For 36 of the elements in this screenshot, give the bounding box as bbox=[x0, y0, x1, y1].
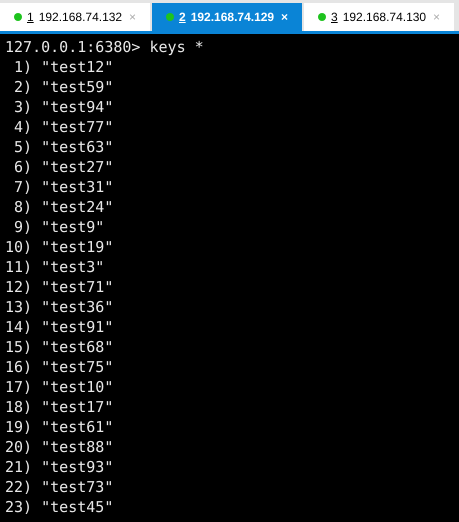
tab-label: 192.168.74.130 bbox=[342, 9, 426, 26]
tab-label: 192.168.74.132 bbox=[38, 9, 122, 26]
terminal-line: 19) "test61" bbox=[5, 417, 114, 437]
terminal-line: 16) "test75" bbox=[5, 357, 114, 377]
tab-number: 2 bbox=[179, 9, 186, 26]
tab[interactable]: 2 192.168.74.129 × bbox=[152, 3, 302, 31]
terminal-line: 12) "test71" bbox=[5, 277, 114, 297]
tab-number: 3 bbox=[331, 9, 338, 26]
close-icon[interactable]: × bbox=[280, 8, 288, 26]
terminal-line: 17) "test10" bbox=[5, 377, 114, 397]
close-icon[interactable]: × bbox=[128, 8, 136, 26]
terminal-line: 11) "test3" bbox=[5, 257, 106, 277]
terminal-line: 3) "test94" bbox=[13, 97, 114, 117]
terminal-line: 8) "test24" bbox=[13, 197, 114, 217]
tab[interactable]: 3 192.168.74.130 × bbox=[304, 3, 454, 31]
terminal-line: 10) "test19" bbox=[5, 237, 114, 257]
terminal-line: 20) "test88" bbox=[5, 437, 114, 457]
terminal-line: 21) "test93" bbox=[5, 457, 114, 477]
tab[interactable]: 1 192.168.74.132 × bbox=[0, 3, 150, 31]
terminal-line: 1) "test12" bbox=[13, 57, 114, 77]
terminal-line: 15) "test68" bbox=[5, 337, 114, 357]
terminal-line: 14) "test91" bbox=[5, 317, 114, 337]
terminal-line: 22) "test73" bbox=[5, 477, 114, 497]
tab-label: 192.168.74.129 bbox=[190, 9, 274, 26]
terminal-prompt: 127.0.0.1:6380> keys * bbox=[5, 37, 205, 57]
terminal-line: 5) "test63" bbox=[13, 137, 114, 157]
tab-number: 1 bbox=[27, 9, 34, 26]
terminal-line: 4) "test77" bbox=[13, 117, 114, 137]
terminal-line: 23) "test45" bbox=[5, 497, 114, 517]
terminal-line: 13) "test36" bbox=[5, 297, 114, 317]
terminal-line: 6) "test27" bbox=[13, 157, 114, 177]
terminal-line: 18) "test17" bbox=[5, 397, 114, 417]
close-icon[interactable]: × bbox=[432, 8, 440, 26]
terminal-line: 9) "test9" bbox=[13, 217, 106, 237]
terminal-line: 7) "test31" bbox=[13, 177, 114, 197]
terminal-line: 2) "test59" bbox=[13, 77, 114, 97]
